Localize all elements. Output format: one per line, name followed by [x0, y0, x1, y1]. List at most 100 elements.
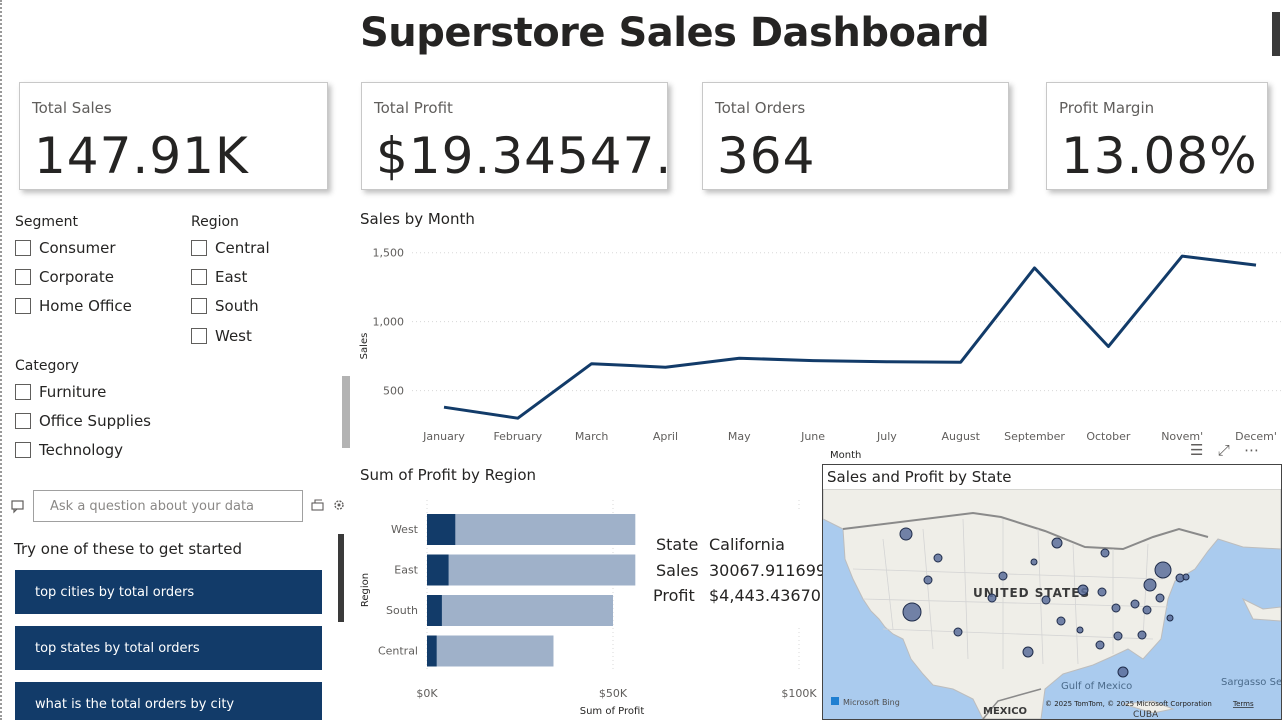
- qa-scrollbar[interactable]: [338, 534, 344, 622]
- state-bubble[interactable]: [1155, 593, 1165, 603]
- tooltip-key: State: [656, 535, 699, 554]
- category-label: Central: [378, 645, 418, 658]
- checkbox[interactable]: [191, 328, 207, 344]
- kpi-label: Profit Margin: [1059, 99, 1155, 117]
- state-bubble[interactable]: [902, 602, 922, 622]
- state-bubble[interactable]: [1154, 561, 1172, 579]
- state-bubble[interactable]: [1130, 599, 1140, 609]
- state-bubble[interactable]: [1095, 640, 1105, 650]
- state-bubble[interactable]: [1142, 605, 1152, 615]
- state-bubble[interactable]: [1143, 578, 1157, 592]
- state-bubble[interactable]: [1097, 587, 1107, 597]
- state-bubble[interactable]: [987, 593, 997, 603]
- checkbox[interactable]: [15, 240, 31, 256]
- state-bubble[interactable]: [1111, 603, 1121, 613]
- clear-icon[interactable]: [310, 498, 326, 512]
- region-option-south[interactable]: South: [191, 297, 259, 315]
- kpi-value: 13.08%: [1061, 127, 1258, 185]
- x-tick-label: May: [728, 430, 751, 443]
- sales-by-month-line-chart[interactable]: 500 1,000 1,500 January February March April M…: [354, 232, 1284, 464]
- slicer-scrollbar[interactable]: [342, 376, 350, 448]
- option-label: Central: [215, 239, 270, 257]
- segment-option-corporate[interactable]: Corporate: [15, 268, 114, 286]
- bar-east[interactable]: [427, 554, 449, 586]
- state-bubble[interactable]: [1166, 614, 1174, 622]
- page-scroll-handle[interactable]: [1272, 12, 1280, 56]
- kpi-card-profit-margin: Profit Margin 13.08%: [1046, 82, 1268, 190]
- qa-suggestion-button[interactable]: what is the total orders by city: [15, 682, 322, 720]
- checkbox[interactable]: [15, 269, 31, 285]
- state-bubble[interactable]: [1030, 558, 1038, 566]
- bar-west[interactable]: [427, 514, 456, 545]
- kpi-label: Total Sales: [32, 99, 112, 117]
- checkbox[interactable]: [191, 269, 207, 285]
- visual-header-icons: ☰ ⤢ ⋯: [1190, 441, 1259, 459]
- state-bubble[interactable]: [1051, 537, 1063, 549]
- tooltip-key: Sales: [656, 561, 699, 580]
- state-bubble[interactable]: [1137, 630, 1147, 640]
- checkbox[interactable]: [15, 442, 31, 458]
- y-axis-label: Sales: [359, 333, 370, 360]
- qa-question-input[interactable]: Ask a question about your data: [33, 490, 303, 522]
- filter-icon[interactable]: ☰: [1190, 441, 1203, 459]
- state-bubble[interactable]: [1117, 666, 1129, 678]
- chat-icon: [11, 500, 24, 514]
- checkbox[interactable]: [15, 298, 31, 314]
- qa-suggestion-button[interactable]: top states by total orders: [15, 626, 322, 670]
- map-canvas[interactable]: UNITED STATES MEXICO Gulf of Mexico CUBA…: [823, 489, 1281, 719]
- map-cuba-label: CUBA: [1133, 710, 1159, 719]
- option-label: Furniture: [39, 383, 107, 401]
- line-chart-title: Sales by Month: [360, 210, 475, 228]
- state-bubble[interactable]: [1077, 584, 1089, 596]
- segment-option-consumer[interactable]: Consumer: [15, 239, 116, 257]
- more-options-icon[interactable]: ⋯: [1244, 441, 1259, 459]
- kpi-value: 364: [717, 127, 816, 185]
- qa-suggestion-button[interactable]: top cities by total orders: [15, 570, 322, 614]
- state-bubble[interactable]: [1022, 646, 1034, 658]
- state-bubble[interactable]: [1056, 616, 1066, 626]
- category-option-technology[interactable]: Technology: [15, 441, 123, 459]
- checkbox[interactable]: [15, 413, 31, 429]
- checkbox[interactable]: [15, 384, 31, 400]
- y-tick-label: 1,000: [373, 316, 405, 329]
- option-label: East: [215, 268, 248, 286]
- region-option-east[interactable]: East: [191, 268, 247, 286]
- state-bubble[interactable]: [933, 553, 943, 563]
- x-tick-label: $0K: [416, 687, 438, 700]
- region-option-central[interactable]: Central: [191, 239, 270, 257]
- state-bubble[interactable]: [899, 527, 913, 541]
- x-tick-label: February: [493, 430, 542, 443]
- category-option-furniture[interactable]: Furniture: [15, 383, 106, 401]
- bar-south[interactable]: [427, 595, 442, 626]
- state-bubble[interactable]: [1076, 626, 1084, 634]
- region-option-west[interactable]: West: [191, 327, 252, 345]
- segment-option-home-office[interactable]: Home Office: [15, 297, 132, 315]
- state-bubble[interactable]: [1100, 548, 1110, 558]
- state-bubble[interactable]: [923, 575, 933, 585]
- focus-mode-icon[interactable]: ⤢: [1218, 441, 1230, 459]
- category-option-office-supplies[interactable]: Office Supplies: [15, 412, 151, 430]
- option-label: Corporate: [39, 268, 114, 286]
- state-bubble[interactable]: [953, 627, 963, 637]
- x-tick-label: August: [941, 430, 980, 443]
- bar-central[interactable]: [427, 635, 437, 667]
- checkbox[interactable]: [191, 298, 207, 314]
- map-title: Sales and Profit by State: [827, 468, 1012, 486]
- map-gulf-label: Gulf of Mexico: [1061, 681, 1132, 692]
- bing-logo-icon: [831, 697, 839, 705]
- kpi-card-total-sales: Total Sales 147.91K: [19, 82, 328, 190]
- option-label: Technology: [39, 441, 124, 459]
- dashboard-title: Superstore Sales Dashboard: [360, 10, 990, 56]
- x-tick-label: $50K: [599, 687, 628, 700]
- map-terms-link[interactable]: Terms: [1232, 700, 1254, 708]
- state-bubble[interactable]: [1041, 595, 1051, 605]
- gear-icon[interactable]: [333, 499, 345, 511]
- x-axis-label: Sum of Profit: [580, 706, 645, 717]
- state-bubble[interactable]: [1113, 631, 1123, 641]
- state-bubble[interactable]: [998, 571, 1008, 581]
- map-copyright: © 2025 TomTom, © 2025 Microsoft Corporat…: [1045, 700, 1212, 708]
- x-tick-label: July: [876, 430, 897, 443]
- state-bubble[interactable]: [1182, 573, 1190, 581]
- checkbox[interactable]: [191, 240, 207, 256]
- bar-background: [427, 514, 636, 545]
